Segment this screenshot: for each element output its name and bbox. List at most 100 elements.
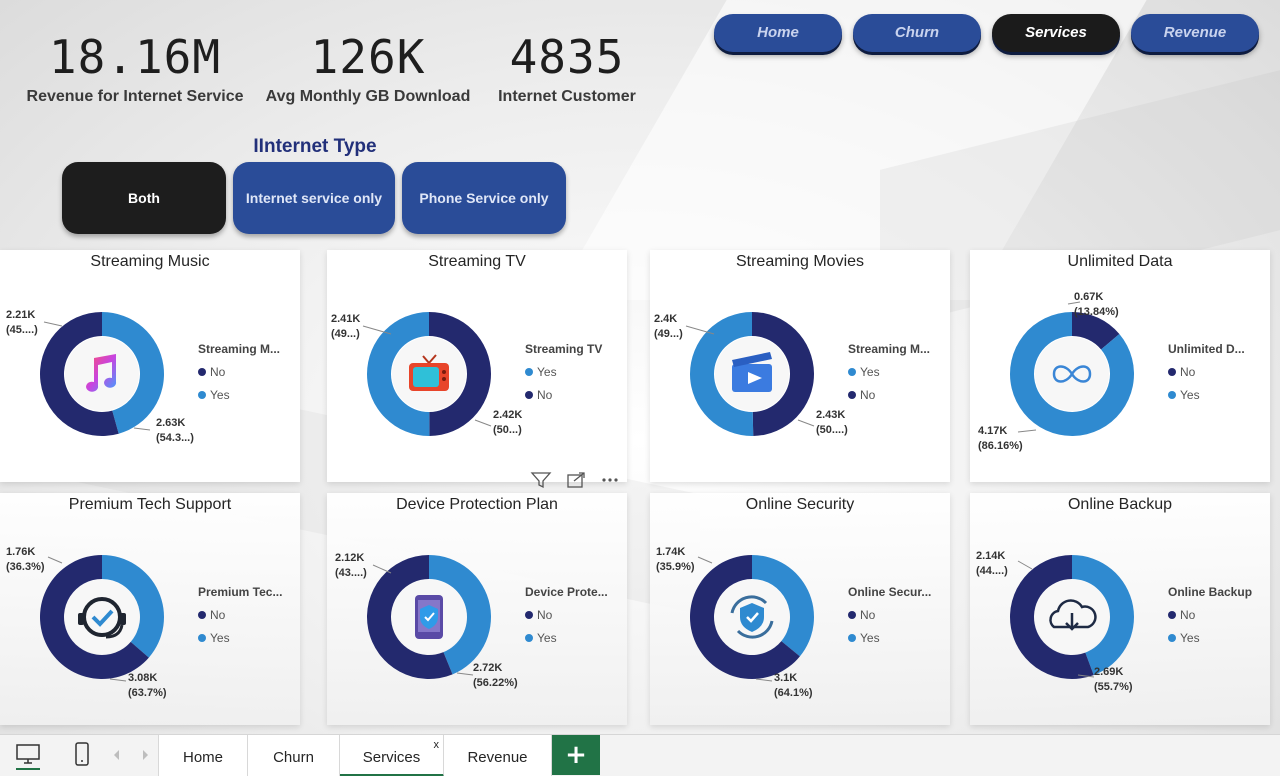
- data-label-percent: (55.7%): [1094, 681, 1133, 693]
- legend-item-no[interactable]: No: [848, 608, 948, 622]
- data-label-percent: (49...): [654, 328, 683, 340]
- legend-item-yes[interactable]: Yes: [198, 631, 298, 645]
- tab-home[interactable]: Home: [158, 735, 248, 776]
- legend-item-yes[interactable]: Yes: [198, 388, 298, 402]
- legend-item-yes[interactable]: Yes: [1168, 631, 1268, 645]
- legend-title: Online Backup: [1168, 585, 1253, 599]
- slicer-option-both[interactable]: Both: [62, 162, 226, 234]
- add-page-button[interactable]: +: [552, 735, 600, 775]
- donut-chart-card[interactable]: Online Backup 2.14K (44....) 2.69K (55.7%) On…: [970, 493, 1270, 725]
- donut-chart-card[interactable]: Streaming Movies 2.4K (49...) 2.43K (50....)…: [650, 250, 950, 482]
- tab-revenue[interactable]: Revenue: [444, 735, 552, 776]
- nav-button-services[interactable]: Services: [992, 14, 1120, 52]
- data-label-value: 2.41K: [331, 313, 361, 325]
- data-label-value: 0.67K: [1074, 291, 1104, 303]
- chart-title: Streaming TV: [428, 253, 526, 270]
- close-icon[interactable]: x: [434, 739, 440, 751]
- legend-dot: [525, 634, 533, 642]
- donut-chart: [689, 312, 814, 436]
- data-label: 2.14K (44....): [976, 549, 1008, 579]
- legend-item-no[interactable]: No: [198, 608, 298, 622]
- legend-item-no[interactable]: No: [1168, 608, 1268, 622]
- donut-chart-card[interactable]: Unlimited Data 0.67K (13.84%) 4.17K (86.16%)…: [970, 250, 1270, 482]
- chart-title: Online Security: [745, 496, 855, 513]
- chart-legend: Streaming M... No Yes: [198, 342, 298, 402]
- donut-chart-card[interactable]: Online Security 1.74K (35.9%) 3.1K (64.1%) On…: [650, 493, 950, 725]
- donut-chart-card[interactable]: Premium Tech Support 1.76K (36.3%) 3.08K (63…: [0, 493, 300, 725]
- tab-churn[interactable]: Churn: [248, 735, 340, 776]
- slicer-option-phone-only[interactable]: Phone Service only: [402, 162, 566, 234]
- data-label-percent: (64.1%): [774, 687, 813, 699]
- legend-label: No: [1180, 365, 1196, 379]
- kpi-label: Revenue for Internet Service: [26, 88, 244, 105]
- nav-button-churn[interactable]: Churn: [853, 14, 981, 52]
- legend-title: Device Prote...: [525, 585, 608, 599]
- legend-dot: [1168, 391, 1176, 399]
- legend-dot: [198, 391, 206, 399]
- legend-item-no[interactable]: No: [1168, 365, 1268, 379]
- legend-label: Yes: [210, 388, 230, 402]
- legend-item-no[interactable]: No: [848, 388, 948, 402]
- legend-item-yes[interactable]: Yes: [848, 631, 948, 645]
- data-label-percent: (50...): [493, 424, 522, 436]
- slicer-option-internet-only[interactable]: Internet service only: [233, 162, 395, 234]
- data-label-value: 2.63K: [156, 417, 186, 429]
- legend-item-no[interactable]: No: [525, 388, 625, 402]
- tab-label: Services: [362, 749, 421, 766]
- tab-services[interactable]: Services x: [340, 735, 444, 776]
- legend-item-yes[interactable]: Yes: [1168, 388, 1268, 402]
- nav-button-home[interactable]: Home: [714, 14, 842, 52]
- legend-dot: [525, 368, 533, 376]
- data-label-percent: (44....): [976, 565, 1008, 577]
- donut-chart: [40, 312, 164, 436]
- chevron-left-icon[interactable]: [112, 749, 122, 761]
- kpi-value: 126K: [310, 30, 426, 84]
- mobile-view-icon[interactable]: [72, 741, 92, 769]
- legend-label: No: [1180, 608, 1196, 622]
- data-label-value: 1.74K: [656, 546, 686, 558]
- data-label-value: 2.21K: [6, 309, 36, 321]
- kpi-card-internet-customer: 4835 Internet Customer: [494, 28, 640, 106]
- donut-chart-card[interactable]: Device Protection Plan 2.12K (43....) 2.72K…: [327, 493, 627, 725]
- donut-chart-card[interactable]: Streaming TV 2.41K (49...) 2.42K (50...) Stre…: [327, 250, 627, 482]
- legend-dot: [848, 391, 856, 399]
- donut-center: [65, 337, 139, 411]
- chart-legend: Premium Tec... No Yes: [198, 585, 298, 645]
- data-label-percent: (43....): [335, 567, 367, 579]
- legend-dot: [525, 391, 533, 399]
- kpi-label: Avg Monthly GB Download: [265, 88, 471, 105]
- kpi-value: 4835: [509, 30, 625, 84]
- filter-icon[interactable]: [530, 472, 552, 489]
- chart-title: Streaming Music: [90, 253, 210, 270]
- data-label-percent: (54.3...): [156, 432, 194, 444]
- desktop-view-icon[interactable]: [14, 741, 42, 771]
- chart-legend: Streaming TV Yes No: [525, 342, 625, 402]
- donut-chart: [1010, 312, 1134, 436]
- data-label-value: 2.69K: [1094, 666, 1124, 678]
- legend-item-no[interactable]: No: [525, 608, 625, 622]
- data-label: 3.08K (63.7%): [128, 671, 167, 701]
- nav-button-revenue[interactable]: Revenue: [1131, 14, 1259, 52]
- legend-item-yes[interactable]: Yes: [525, 365, 625, 379]
- legend-label: Yes: [1180, 631, 1200, 645]
- legend-title: Premium Tec...: [198, 585, 283, 599]
- chart-legend: Device Prote... No Yes: [525, 585, 625, 645]
- data-label-percent: (86.16%): [978, 440, 1023, 452]
- legend-item-no[interactable]: No: [198, 365, 298, 379]
- legend-item-yes[interactable]: Yes: [848, 365, 948, 379]
- focus-mode-icon[interactable]: [567, 472, 585, 488]
- legend-item-yes[interactable]: Yes: [525, 631, 625, 645]
- data-label-percent: (63.7%): [128, 687, 167, 699]
- kpi-value: 18.16M: [48, 30, 222, 84]
- data-label: 2.72K (56.22%): [473, 661, 518, 691]
- more-options-icon[interactable]: [602, 478, 618, 482]
- data-label-value: 3.08K: [128, 672, 158, 684]
- visual-header-icons: [530, 472, 618, 489]
- data-label: 2.41K (49...): [331, 312, 360, 342]
- data-label-value: 2.4K: [654, 313, 678, 325]
- data-label-value: 2.12K: [335, 552, 365, 564]
- data-label: 2.4K (49...): [654, 312, 683, 342]
- data-label: 1.74K (35.9%): [656, 545, 695, 575]
- chevron-right-icon[interactable]: [140, 749, 150, 761]
- donut-chart-card[interactable]: Streaming Music 2.21K (45....) 2.63K (54.3..…: [0, 250, 300, 482]
